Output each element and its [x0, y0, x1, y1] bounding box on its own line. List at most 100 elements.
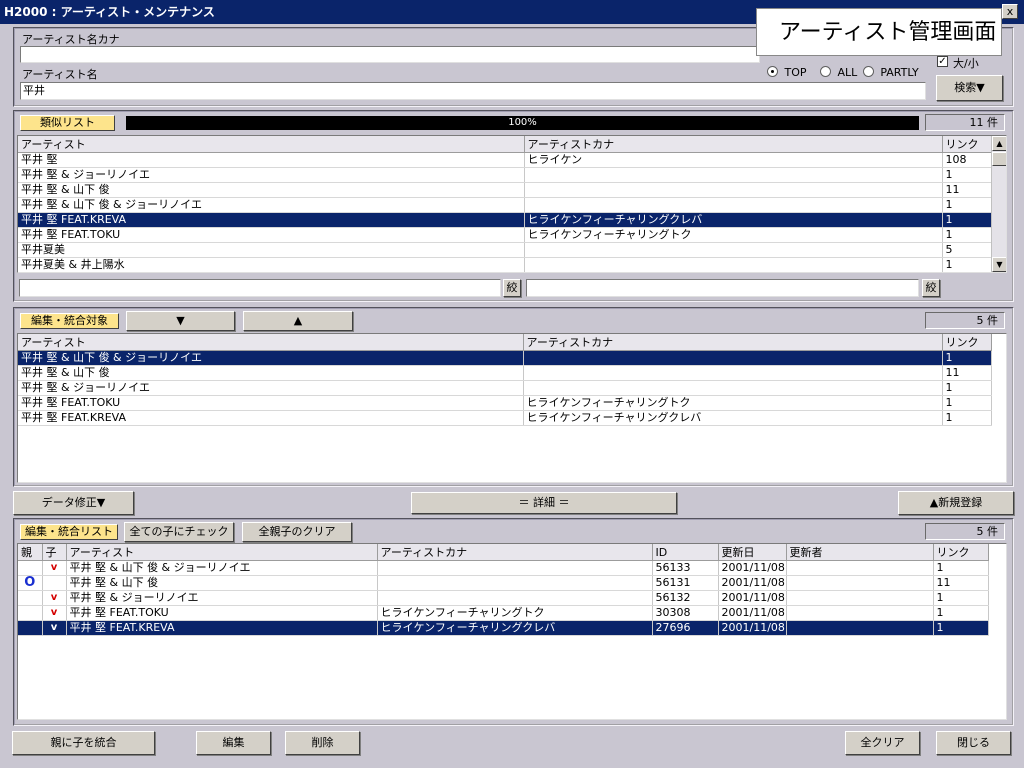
parent-mark-cell[interactable] — [18, 605, 43, 621]
table-row[interactable]: 平井 堅 & ジョーリノイエ 1 — [18, 167, 992, 183]
table-row[interactable]: v 平井 堅 FEAT.KREVA ヒライケンフィーチャリングクレバ 27696 200… — [18, 620, 989, 636]
radio-top-label: TOP — [784, 66, 807, 79]
cell-kana — [524, 257, 943, 272]
parent-mark-cell[interactable] — [18, 590, 43, 606]
child-mark-cell[interactable] — [42, 575, 67, 591]
child-mark-cell[interactable]: v — [42, 590, 67, 606]
cell-link: 11 — [942, 365, 992, 381]
table-row[interactable]: 平井 堅 FEAT.KREVA ヒライケンフィーチャリングクレバ 1 — [18, 410, 992, 426]
new-register-button[interactable]: ▲新規登録 — [898, 491, 1014, 515]
col-id[interactable]: ID — [652, 544, 719, 561]
table-row[interactable]: 平井 堅 FEAT.KREVA ヒライケンフィーチャリングクレバ 1 — [18, 212, 992, 228]
table-row[interactable]: 平井 堅ヒライケン 108 — [18, 152, 992, 168]
parent-mark-cell[interactable]: O — [18, 575, 43, 591]
cell-artist: 平井 堅 — [18, 152, 525, 168]
col-artist[interactable]: アーティスト — [18, 334, 524, 351]
radio-top[interactable] — [767, 66, 778, 77]
cell-kana — [377, 590, 653, 606]
cell-link: 1 — [942, 350, 992, 366]
table-row[interactable]: v 平井 堅 FEAT.TOKU ヒライケンフィーチャリングトク 30308 2001/… — [18, 605, 989, 621]
col-artist[interactable]: アーティスト — [66, 544, 378, 561]
col-kana[interactable]: アーティストカナ — [524, 136, 943, 153]
screen-caption: アーティスト管理画面 — [756, 8, 1002, 56]
parent-mark-cell[interactable] — [18, 620, 43, 636]
scroll-down-icon[interactable]: ▼ — [992, 257, 1006, 272]
cell-updated-date: 2001/11/08 — [718, 575, 787, 591]
cell-artist: 平井 堅 FEAT.TOKU — [66, 605, 378, 621]
merge-header-row: 親 子 アーティスト アーティストカナ ID 更新日 更新者 リンク — [18, 544, 989, 561]
col-updater[interactable]: 更新者 — [786, 544, 934, 561]
cell-artist: 平井 堅 & 山下 俊 — [66, 575, 378, 591]
table-row[interactable]: 平井 堅 & 山下 俊 & ジョーリノイエ 1 — [18, 197, 992, 213]
similar-grid: アーティスト アーティストカナ リンク 平井 堅ヒライケン 108 平井 堅 & ジ… — [17, 135, 1007, 273]
similar-scrollbar[interactable]: ▲ ▼ — [991, 136, 1006, 272]
delete-button[interactable]: 削除 — [285, 731, 360, 755]
close-button[interactable]: 閉じる — [936, 731, 1011, 755]
cell-updated-date: 2001/11/08 — [718, 590, 787, 606]
detail-button[interactable]: ＝ 詳細 ＝ — [411, 492, 677, 514]
col-updated-date[interactable]: 更新日 — [718, 544, 787, 561]
target-grid: アーティスト アーティストカナ リンク 平井 堅 & 山下 俊 & ジョーリノイ… — [17, 333, 1007, 483]
table-row[interactable]: v 平井 堅 & ジョーリノイエ 56132 2001/11/08 1 — [18, 590, 989, 606]
clear-all-button[interactable]: 全親子のクリア — [242, 522, 352, 542]
table-row[interactable]: 平井 堅 & ジョーリノイエ 1 — [18, 380, 992, 396]
table-row[interactable]: 平井 堅 & 山下 俊 11 — [18, 365, 992, 381]
parent-mark-cell[interactable] — [18, 560, 43, 576]
col-link[interactable]: リンク — [933, 544, 989, 561]
merge-count: 5 件 — [925, 523, 1005, 540]
table-row[interactable]: 平井 堅 & 山下 俊 11 — [18, 182, 992, 198]
merge-grid: 親 子 アーティスト アーティストカナ ID 更新日 更新者 リンク v 平井 堅… — [17, 543, 1007, 720]
cell-artist: 平井 堅 & 山下 俊 — [18, 365, 524, 381]
filter-kana-input[interactable] — [526, 279, 919, 297]
close-window-button[interactable]: x — [1002, 4, 1018, 19]
radio-partly[interactable] — [862, 66, 874, 77]
search-button[interactable]: 検索▼ — [936, 75, 1003, 101]
cell-kana: ヒライケンフィーチャリングトク — [523, 395, 943, 411]
cell-artist: 平井 堅 FEAT.KREVA — [18, 212, 525, 228]
move-down-button[interactable]: ▼ — [126, 311, 235, 331]
child-mark-cell[interactable]: v — [42, 620, 67, 636]
name-input[interactable]: 平井 — [20, 82, 926, 100]
edit-button[interactable]: 編集 — [196, 731, 271, 755]
radio-all-label: ALL — [837, 66, 858, 79]
case-checkbox[interactable]: ✓ — [937, 56, 948, 67]
col-link[interactable]: リンク — [942, 136, 992, 153]
scroll-up-icon[interactable]: ▲ — [992, 136, 1006, 151]
cell-kana — [377, 560, 653, 576]
col-child[interactable]: 子 — [42, 544, 67, 561]
check-all-children-button[interactable]: 全ての子にチェック — [124, 522, 234, 542]
move-up-button[interactable]: ▲ — [243, 311, 353, 331]
cell-kana: ヒライケン — [524, 152, 943, 168]
child-mark-cell[interactable]: v — [42, 605, 67, 621]
table-row[interactable]: v 平井 堅 & 山下 俊 & ジョーリノイエ 56133 2001/11/08 1 — [18, 560, 989, 576]
child-mark-cell[interactable]: v — [42, 560, 67, 576]
target-header-row: アーティスト アーティストカナ リンク — [18, 334, 992, 351]
table-row[interactable]: 平井 堅 & 山下 俊 & ジョーリノイエ 1 — [18, 350, 992, 366]
filter-artist-input[interactable] — [19, 279, 501, 297]
table-row[interactable]: 平井 堅 FEAT.TOKU ヒライケンフィーチャリングトク 1 — [18, 227, 992, 243]
merge-into-parent-button[interactable]: 親に子を統合 — [12, 731, 155, 755]
table-row[interactable]: O 平井 堅 & 山下 俊 56131 2001/11/08 11 — [18, 575, 989, 591]
col-link[interactable]: リンク — [942, 334, 992, 351]
cell-updater — [786, 575, 934, 591]
cell-artist: 平井 堅 FEAT.KREVA — [18, 410, 524, 426]
filter-kana-button[interactable]: 絞 — [922, 279, 940, 297]
cell-kana: ヒライケンフィーチャリングクレバ — [524, 212, 943, 228]
cell-link: 1 — [942, 380, 992, 396]
col-kana[interactable]: アーティストカナ — [523, 334, 943, 351]
filter-artist-button[interactable]: 絞 — [503, 279, 521, 297]
col-parent[interactable]: 親 — [18, 544, 43, 561]
cell-kana — [523, 365, 943, 381]
data-fix-button[interactable]: データ修正▼ — [13, 491, 134, 515]
clear-all-footer-button[interactable]: 全クリア — [845, 731, 920, 755]
table-row[interactable]: 平井夏美 5 — [18, 242, 992, 258]
kana-input[interactable] — [20, 46, 760, 63]
scroll-thumb[interactable] — [992, 152, 1006, 166]
table-row[interactable]: 平井夏美 & 井上陽水 1 — [18, 257, 992, 272]
cell-artist: 平井 堅 & ジョーリノイエ — [66, 590, 378, 606]
target-list-label: 編集・統合対象 — [20, 313, 119, 329]
col-kana[interactable]: アーティストカナ — [377, 544, 653, 561]
table-row[interactable]: 平井 堅 FEAT.TOKU ヒライケンフィーチャリングトク 1 — [18, 395, 992, 411]
radio-all[interactable] — [820, 66, 832, 77]
col-artist[interactable]: アーティスト — [18, 136, 525, 153]
